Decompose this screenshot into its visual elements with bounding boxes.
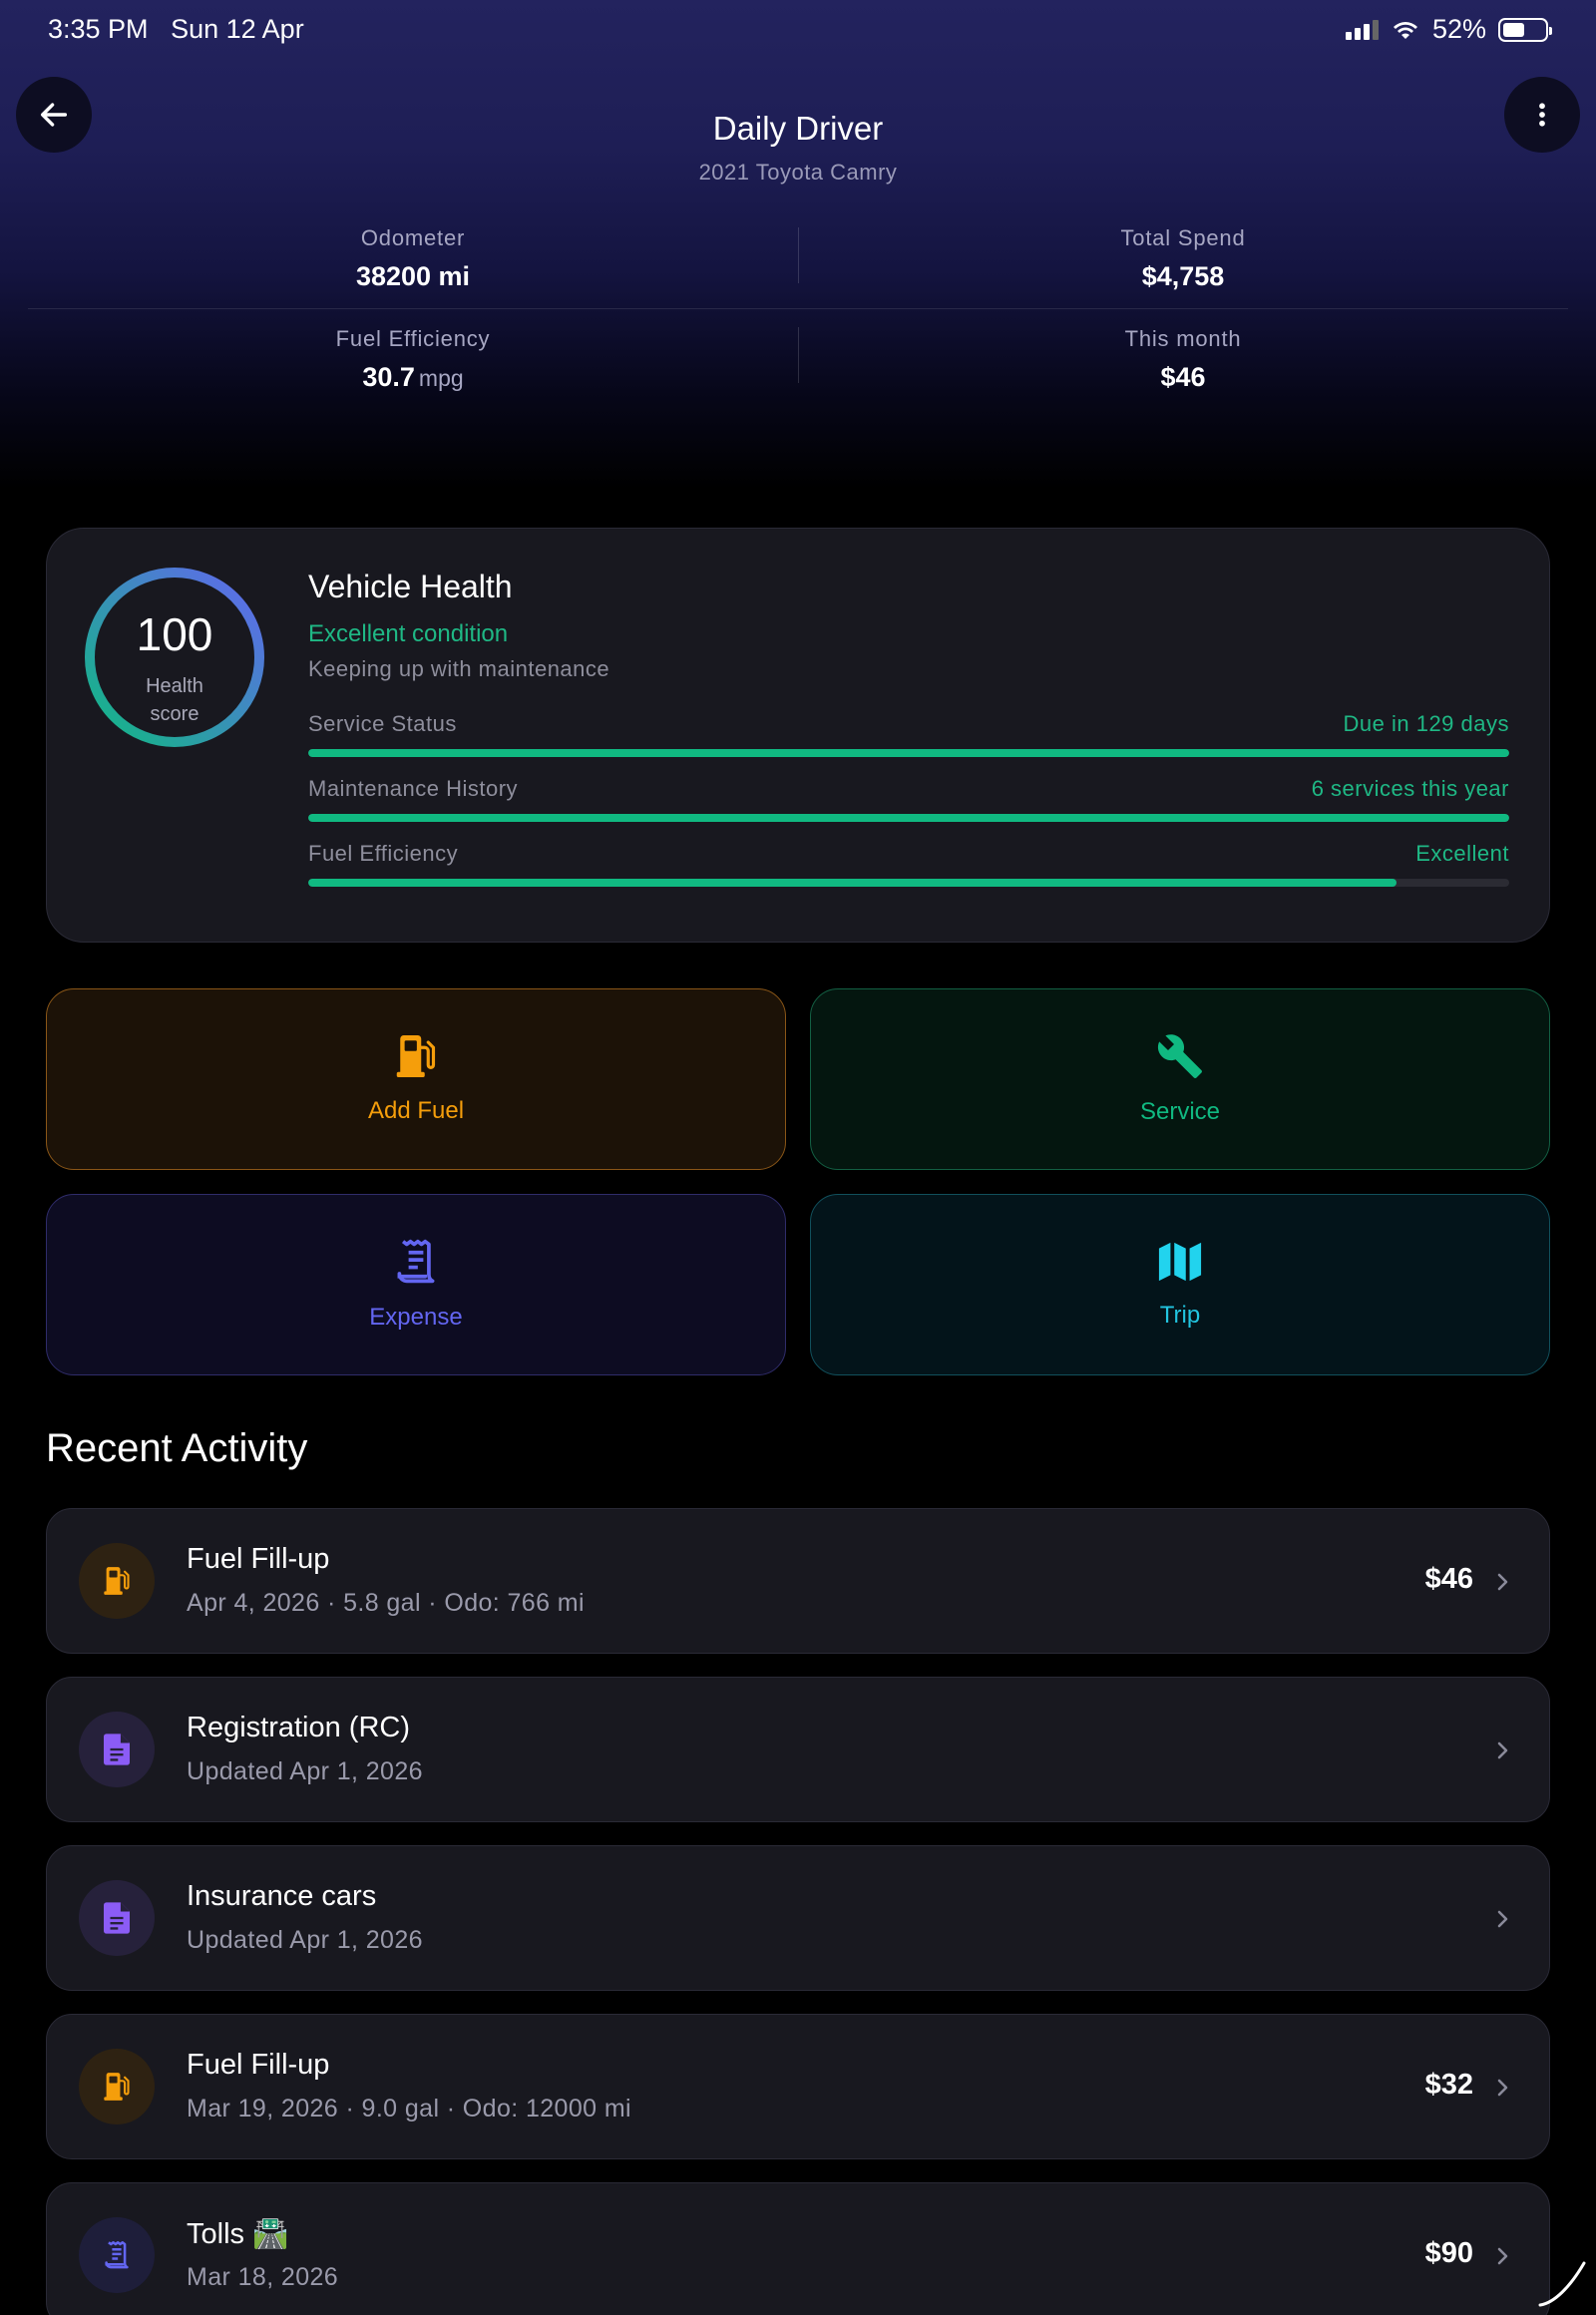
stats-row-1: Odometer 38200 mi Total Spend $4,758 [28, 209, 1568, 309]
recent-activity-title: Recent Activity [46, 1426, 308, 1470]
health-score-gauge: 100 Health score [83, 566, 266, 749]
add-fuel-button[interactable]: Add Fuel [46, 988, 786, 1170]
trip-button[interactable]: Trip [810, 1194, 1550, 1375]
activity-title: Fuel Fill-up [187, 2049, 330, 2081]
receipt-icon [397, 1239, 435, 1284]
chevron-right-icon [1497, 2247, 1508, 2265]
fuel-efficiency-value: 30.7 mpg [28, 362, 798, 393]
activity-subtitle: Mar 19, 2026 · 9.0 gal · Odo: 12000 mi [187, 2095, 631, 2122]
activity-icon [79, 1543, 155, 1619]
activity-item-fuel-fillup[interactable]: Fuel Fill-up Apr 4, 2026 · 5.8 gal · Odo… [46, 1508, 1550, 1654]
total-spend-value: $4,758 [1141, 261, 1225, 291]
health-status: Excellent condition [308, 620, 509, 647]
health-subtitle: Keeping up with maintenance [308, 656, 610, 681]
trip-label: Trip [1159, 1302, 1201, 1329]
metric-label: Service Status [308, 711, 457, 736]
chevron-right-icon [1497, 1573, 1508, 1591]
activity-title: Registration (RC) [187, 1712, 410, 1743]
service-button[interactable]: Service [810, 988, 1550, 1170]
activity-subtitle: Apr 4, 2026 · 5.8 gal · Odo: 766 mi [187, 1589, 585, 1617]
total-spend-stat: Total Spend $4,758 [798, 225, 1568, 292]
wrench-icon [1157, 1034, 1202, 1078]
health-score-label-line2: score [150, 703, 200, 725]
activity-item-tolls[interactable]: Tolls 🛣️ Mar 18, 2026 $90 [46, 2182, 1550, 2315]
stat-divider [798, 227, 799, 283]
fuel-pump-icon [104, 1567, 130, 1595]
expense-label: Expense [369, 1304, 463, 1331]
vehicle-name: Daily Driver [712, 110, 884, 147]
fuel-efficiency-number: 30.7 [362, 361, 415, 392]
health-title: Vehicle Health [308, 569, 513, 604]
battery-percent: 52% [1431, 14, 1486, 44]
metric-label: Fuel Efficiency [308, 841, 459, 866]
status-indicators: 52% [1345, 14, 1552, 45]
activity-icon [79, 2217, 155, 2293]
health-score-value: 100 [136, 608, 213, 660]
activity-title: Fuel Fill-up [187, 1543, 330, 1575]
chevron-right-icon [1497, 1910, 1508, 1928]
this-month-label: This month [1124, 325, 1242, 351]
health-score-label-line1: Health [146, 675, 203, 697]
scroll-indicator-icon[interactable] [1536, 2257, 1588, 2309]
odometer-value: 38200 mi [355, 261, 471, 291]
activity-icon [79, 2049, 155, 2124]
fuel-pump-icon [104, 2073, 130, 2101]
activity-item-fuel-fillup[interactable]: Fuel Fill-up Mar 19, 2026 · 9.0 gal · Od… [46, 2014, 1550, 2159]
metric-value: 6 services this year [1311, 776, 1509, 801]
metric-value: Due in 129 days [1343, 711, 1509, 736]
map-icon [1158, 1242, 1202, 1282]
receipt-icon [105, 2241, 129, 2269]
battery-icon [1498, 17, 1552, 42]
metric-progress-bar [308, 749, 1509, 757]
add-fuel-label: Add Fuel [367, 1097, 465, 1124]
fuel-pump-icon [396, 1035, 436, 1077]
activity-subtitle: Updated Apr 1, 2026 [187, 1926, 423, 1954]
metric-progress-bar [308, 879, 1509, 887]
chevron-right-icon [1497, 2079, 1508, 2097]
status-time: 3:35 PM Sun 12 Apr [48, 14, 304, 45]
vehicle-stats: Odometer 38200 mi Total Spend $4,758 Fue… [28, 209, 1568, 409]
vehicle-health-card: 100 Health score Vehicle Health Excellen… [46, 528, 1550, 943]
activity-icon [79, 1712, 155, 1787]
odometer-stat: Odometer 38200 mi [28, 225, 798, 292]
metric-label: Maintenance History [308, 776, 519, 801]
status-bar: 3:35 PM Sun 12 Apr 52% [0, 0, 1596, 60]
activity-subtitle: Mar 18, 2026 [187, 2263, 339, 2291]
odometer-label: Odometer [360, 225, 466, 250]
cellular-signal-icon [1345, 19, 1379, 40]
activity-title: Insurance cars [187, 1880, 377, 1912]
metric-service-status: Service Status Due in 129 days [308, 711, 1509, 757]
status-date: Sun 12 Apr [171, 14, 304, 44]
stat-divider [798, 327, 799, 383]
document-icon [104, 1734, 130, 1765]
metric-progress-bar [308, 814, 1509, 822]
activity-amount: $46 [1424, 1563, 1473, 1595]
this-month-stat: This month $46 [798, 326, 1568, 393]
total-spend-label: Total Spend [1120, 225, 1246, 250]
metric-value: Excellent [1415, 841, 1509, 866]
wifi-icon [1393, 21, 1417, 39]
service-label: Service [1139, 1098, 1221, 1125]
status-clock: 3:35 PM [48, 14, 149, 44]
vehicle-model: 2021 Toyota Camry [698, 160, 898, 185]
document-icon [104, 1902, 130, 1934]
fuel-efficiency-stat: Fuel Efficiency 30.7 mpg [28, 326, 798, 393]
activity-amount: $90 [1424, 2237, 1473, 2269]
activity-subtitle: Updated Apr 1, 2026 [187, 1757, 423, 1785]
expense-button[interactable]: Expense [46, 1194, 786, 1375]
fuel-efficiency-label: Fuel Efficiency [335, 325, 491, 351]
activity-title: Tolls 🛣️ [187, 2218, 289, 2250]
activity-item-registration[interactable]: Registration (RC) Updated Apr 1, 2026 [46, 1677, 1550, 1822]
metric-maintenance-history: Maintenance History 6 services this year [308, 776, 1509, 822]
stats-row-2: Fuel Efficiency 30.7 mpg This month $46 [28, 309, 1568, 409]
fuel-efficiency-unit: mpg [418, 364, 464, 391]
activity-item-insurance[interactable]: Insurance cars Updated Apr 1, 2026 [46, 1845, 1550, 1991]
health-score-label: Health score [83, 672, 266, 728]
activity-icon [79, 1880, 155, 1956]
chevron-right-icon [1497, 1741, 1508, 1759]
metric-fuel-efficiency: Fuel Efficiency Excellent [308, 841, 1509, 887]
this-month-value: $46 [1160, 361, 1206, 392]
activity-amount: $32 [1424, 2069, 1473, 2101]
